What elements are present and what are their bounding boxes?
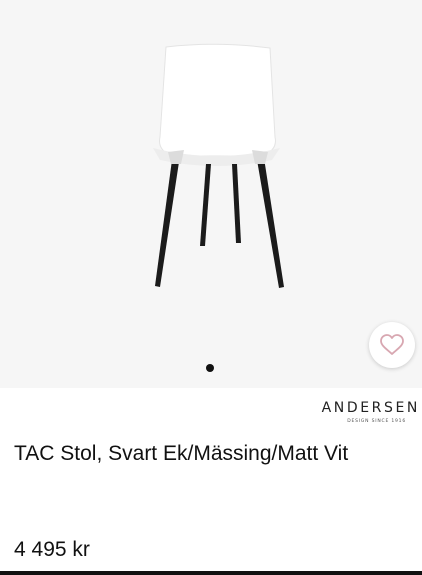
brand-name: ANDERSEN: [321, 400, 420, 416]
product-image-gallery[interactable]: [0, 0, 422, 388]
brand-tagline: DESIGN SINCE 1916: [347, 419, 406, 424]
product-price: 4 495 kr: [14, 538, 90, 561]
heart-outline-icon: [380, 334, 404, 355]
brand-logo: ANDERSEN DESIGN SINCE 1916: [300, 400, 420, 424]
favorite-button[interactable]: [369, 322, 415, 368]
bottom-edge-bar: [0, 571, 422, 575]
product-title: TAC Stol, Svart Ek/Mässing/Matt Vit: [14, 442, 349, 465]
product-image-chair: [153, 43, 284, 288]
gallery-pagination: [0, 364, 422, 376]
pagination-dot-active[interactable]: [206, 364, 214, 372]
